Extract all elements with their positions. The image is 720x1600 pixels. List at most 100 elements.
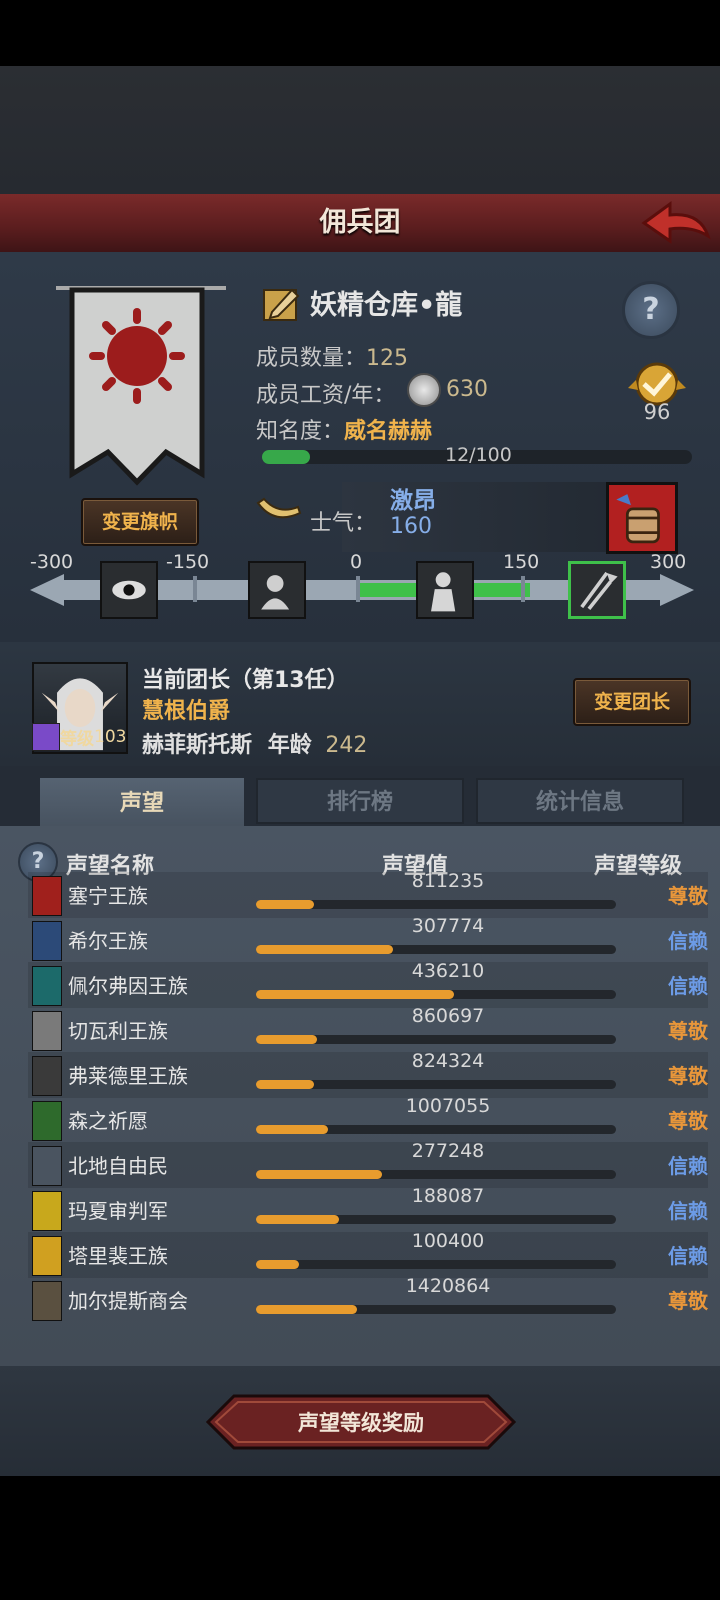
reputation-level: 尊敬 (668, 1064, 708, 1088)
reputation-bar-fill (256, 1215, 339, 1224)
edit-name-icon[interactable] (262, 284, 302, 324)
reputation-row[interactable]: 塔里裴王族 100400 信赖 (28, 1230, 708, 1278)
help-icon[interactable]: ? (622, 281, 680, 339)
leader-age-value: 242 (325, 733, 368, 758)
leader-rank: 慧根伯爵 (142, 699, 231, 724)
reputation-bar-fill (256, 945, 393, 954)
reputation-level: 信赖 (668, 1244, 708, 1268)
faction-crest-icon (32, 1191, 62, 1231)
reputation-bar-fill (256, 1080, 314, 1089)
leader-level-tag: 等级103 (32, 723, 132, 753)
reputation-value: 307774 (411, 915, 485, 937)
level-value: 103 (94, 727, 127, 747)
barrel-icon[interactable] (606, 482, 678, 554)
reputation-level: 信赖 (668, 1154, 708, 1178)
morale-despair-icon[interactable] (100, 561, 158, 619)
faction-name: 希尔王族 (68, 929, 148, 953)
faction-crest-icon (32, 966, 62, 1006)
morale-high-icon[interactable] (568, 561, 626, 619)
leader-info-row: 赫菲斯托斯 年龄 242 (142, 727, 367, 759)
faction-name: 佩尔弗因王族 (68, 974, 188, 998)
morale-low-icon[interactable] (248, 561, 306, 619)
faction-crest-icon (32, 1236, 62, 1276)
top-backdrop (0, 66, 720, 194)
reputation-value: 188087 (411, 1185, 485, 1207)
fame-label: 知名度： (256, 419, 345, 444)
change-flag-button[interactable]: 变更旗帜 (81, 498, 199, 546)
reputation-row[interactable]: 佩尔弗因王族 436210 信赖 (28, 960, 708, 1008)
horn-icon (256, 497, 302, 519)
reputation-level: 尊敬 (668, 884, 708, 908)
faction-name: 塞宁王族 (68, 884, 148, 908)
faction-crest-icon (32, 1011, 62, 1051)
reputation-value: 824324 (411, 1050, 485, 1072)
reputation-level: 尊敬 (668, 1019, 708, 1043)
back-arrow-icon[interactable] (640, 198, 712, 248)
reputation-value: 1007055 (405, 1095, 491, 1117)
faction-crest-icon (32, 1101, 62, 1141)
scale-label: 0 (350, 551, 363, 573)
faction-crest-icon (32, 921, 62, 961)
page-title: 佣兵团 (319, 207, 401, 238)
reputation-bar-fill (256, 1170, 382, 1179)
change-leader-button[interactable]: 变更团长 (573, 678, 691, 726)
scale-label: -150 (166, 551, 210, 573)
fame-value: 威名赫赫 (344, 419, 433, 444)
members-label: 成员数量： (256, 346, 367, 371)
faction-name: 弗莱德里王族 (68, 1064, 188, 1088)
reputation-value: 277248 (411, 1140, 485, 1162)
tab-statistics[interactable]: 统计信息 (476, 778, 684, 824)
morale-normal-icon[interactable] (416, 561, 474, 619)
reputation-row[interactable]: 北地自由民 277248 信赖 (28, 1140, 708, 1188)
reward-button-label: 声望等级奖励 (297, 1411, 424, 1435)
silver-coin-icon (407, 373, 441, 407)
faction-name: 切瓦利王族 (68, 1019, 168, 1043)
reputation-row[interactable]: 弗莱德里王族 824324 尊敬 (28, 1050, 708, 1098)
faction-name: 森之祈愿 (68, 1109, 148, 1133)
faction-crest-icon (32, 1056, 62, 1096)
faction-name: 玛夏审判军 (68, 1199, 168, 1223)
morale-state: 激昂 (390, 488, 436, 514)
reputation-level: 信赖 (668, 974, 708, 998)
fame-row: 知名度：威名赫赫 (256, 413, 432, 445)
reputation-level: 信赖 (668, 929, 708, 953)
guild-name: 妖精仓库•龍 (310, 290, 463, 321)
guild-banner-icon (56, 286, 226, 486)
members-row: 成员数量：125 (256, 340, 408, 372)
tab-ranking[interactable]: 排行榜 (256, 778, 464, 824)
leader-title: 当前团长（第13任） (142, 668, 349, 693)
scale-label: 150 (503, 551, 540, 573)
reputation-bar-fill (256, 1305, 357, 1314)
reputation-row[interactable]: 希尔王族 307774 信赖 (28, 915, 708, 963)
faction-name: 加尔提斯商会 (68, 1289, 188, 1313)
reputation-bar-fill (256, 900, 314, 909)
reputation-level: 尊敬 (668, 1289, 708, 1313)
faction-name: 塔里裴王族 (68, 1244, 168, 1268)
faction-crest-icon (32, 1146, 62, 1186)
reputation-value: 100400 (411, 1230, 485, 1252)
reputation-bar-fill (256, 1035, 317, 1044)
scale-label: -300 (30, 551, 74, 573)
reputation-row[interactable]: 切瓦利王族 860697 尊敬 (28, 1005, 708, 1053)
reputation-row[interactable]: 森之祈愿 1007055 尊敬 (28, 1095, 708, 1143)
members-value: 125 (366, 346, 409, 371)
reputation-value: 1420864 (405, 1275, 491, 1297)
reputation-bar-track (256, 1260, 616, 1269)
level-label: 等级 (60, 729, 94, 750)
reputation-row[interactable]: 塞宁王族 811235 尊敬 (28, 870, 708, 918)
faction-name: 北地自由民 (68, 1154, 168, 1178)
leader-age-label: 年龄 (267, 733, 312, 758)
scale-label: 300 (650, 551, 687, 573)
reputation-reward-button[interactable]: 声望等级奖励 (206, 1394, 516, 1450)
reputation-value: 860697 (411, 1005, 485, 1027)
reputation-value: 811235 (411, 870, 485, 892)
faction-crest-icon (32, 876, 62, 916)
reputation-bar-fill (256, 1260, 299, 1269)
reputation-row[interactable]: 玛夏审判军 188087 信赖 (28, 1185, 708, 1233)
reputation-value: 436210 (411, 960, 485, 982)
salary-row: 成员工资/年： (256, 377, 395, 409)
fame-progress-text: 12/100 (445, 444, 512, 466)
scale-tick (356, 576, 360, 602)
reputation-level: 尊敬 (668, 1109, 708, 1133)
reputation-row[interactable]: 加尔提斯商会 1420864 尊敬 (28, 1275, 708, 1323)
